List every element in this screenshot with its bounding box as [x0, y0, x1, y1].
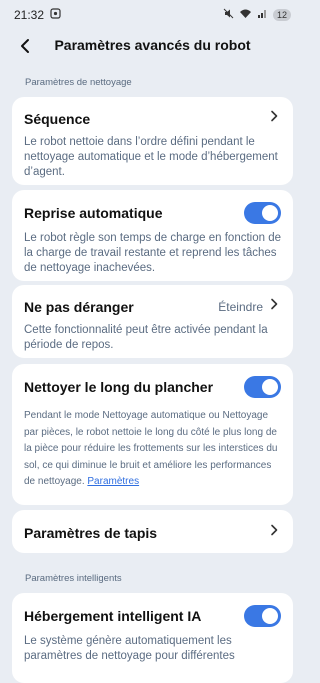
- ai-hosting-description: Le système génère automatiquement les pa…: [24, 635, 235, 662]
- screenshot-icon: [50, 8, 61, 22]
- battery-indicator: 12: [272, 9, 291, 21]
- status-time: 21:32: [14, 8, 45, 22]
- chevron-right-icon: [267, 297, 281, 316]
- auto-resume-toggle[interactable]: [244, 202, 281, 224]
- ai-hosting-card: Hébergement intelligent IA Le système gé…: [12, 593, 293, 683]
- mute-icon: [223, 8, 234, 22]
- section-label-smart: Paramètres intelligents: [25, 573, 122, 584]
- edge-clean-title: Nettoyer le long du plancher: [24, 379, 214, 395]
- carpet-card[interactable]: Paramètres de tapis: [12, 510, 293, 553]
- chevron-right-icon: [267, 109, 281, 128]
- auto-resume-description: Le robot règle son temps de charge en fo…: [24, 232, 282, 274]
- sequence-description: Le robot nettoie dans l’ordre défini pen…: [24, 136, 278, 178]
- ai-hosting-title: Hébergement intelligent IA: [24, 608, 202, 624]
- signal-icon: [257, 8, 268, 22]
- auto-resume-card: Reprise automatique Le robot règle son t…: [12, 190, 293, 281]
- edge-clean-settings-link[interactable]: Paramètres: [87, 476, 139, 487]
- status-bar: 21:32 12: [0, 0, 305, 30]
- ai-hosting-toggle[interactable]: [244, 605, 281, 627]
- dnd-card[interactable]: Ne pas déranger Éteindre Cette fonctionn…: [12, 285, 293, 358]
- page-title: Paramètres avancés du robot: [54, 37, 251, 53]
- dnd-description: Cette fonctionnalité peut être activée p…: [24, 324, 268, 351]
- carpet-title: Paramètres de tapis: [24, 524, 158, 541]
- sequence-card[interactable]: Séquence Le robot nettoie dans l’ordre d…: [12, 97, 293, 185]
- edge-clean-card: Nettoyer le long du plancher Pendant le …: [12, 364, 293, 505]
- edge-clean-text: Pendant le mode Nettoyage automatique ou…: [24, 410, 278, 487]
- edge-clean-description: Pendant le mode Nettoyage automatique ou…: [24, 408, 281, 491]
- wifi-icon: [239, 8, 252, 22]
- auto-resume-title: Reprise automatique: [24, 205, 163, 221]
- dnd-value: Éteindre: [218, 299, 263, 314]
- dnd-title: Ne pas déranger: [24, 298, 134, 315]
- section-label-cleaning: Paramètres de nettoyage: [25, 77, 132, 88]
- back-arrow-icon[interactable]: [16, 36, 36, 56]
- sequence-title: Séquence: [24, 110, 91, 127]
- chevron-right-icon: [267, 523, 281, 542]
- edge-clean-toggle[interactable]: [244, 376, 281, 398]
- page-header: Paramètres avancés du robot: [0, 30, 305, 60]
